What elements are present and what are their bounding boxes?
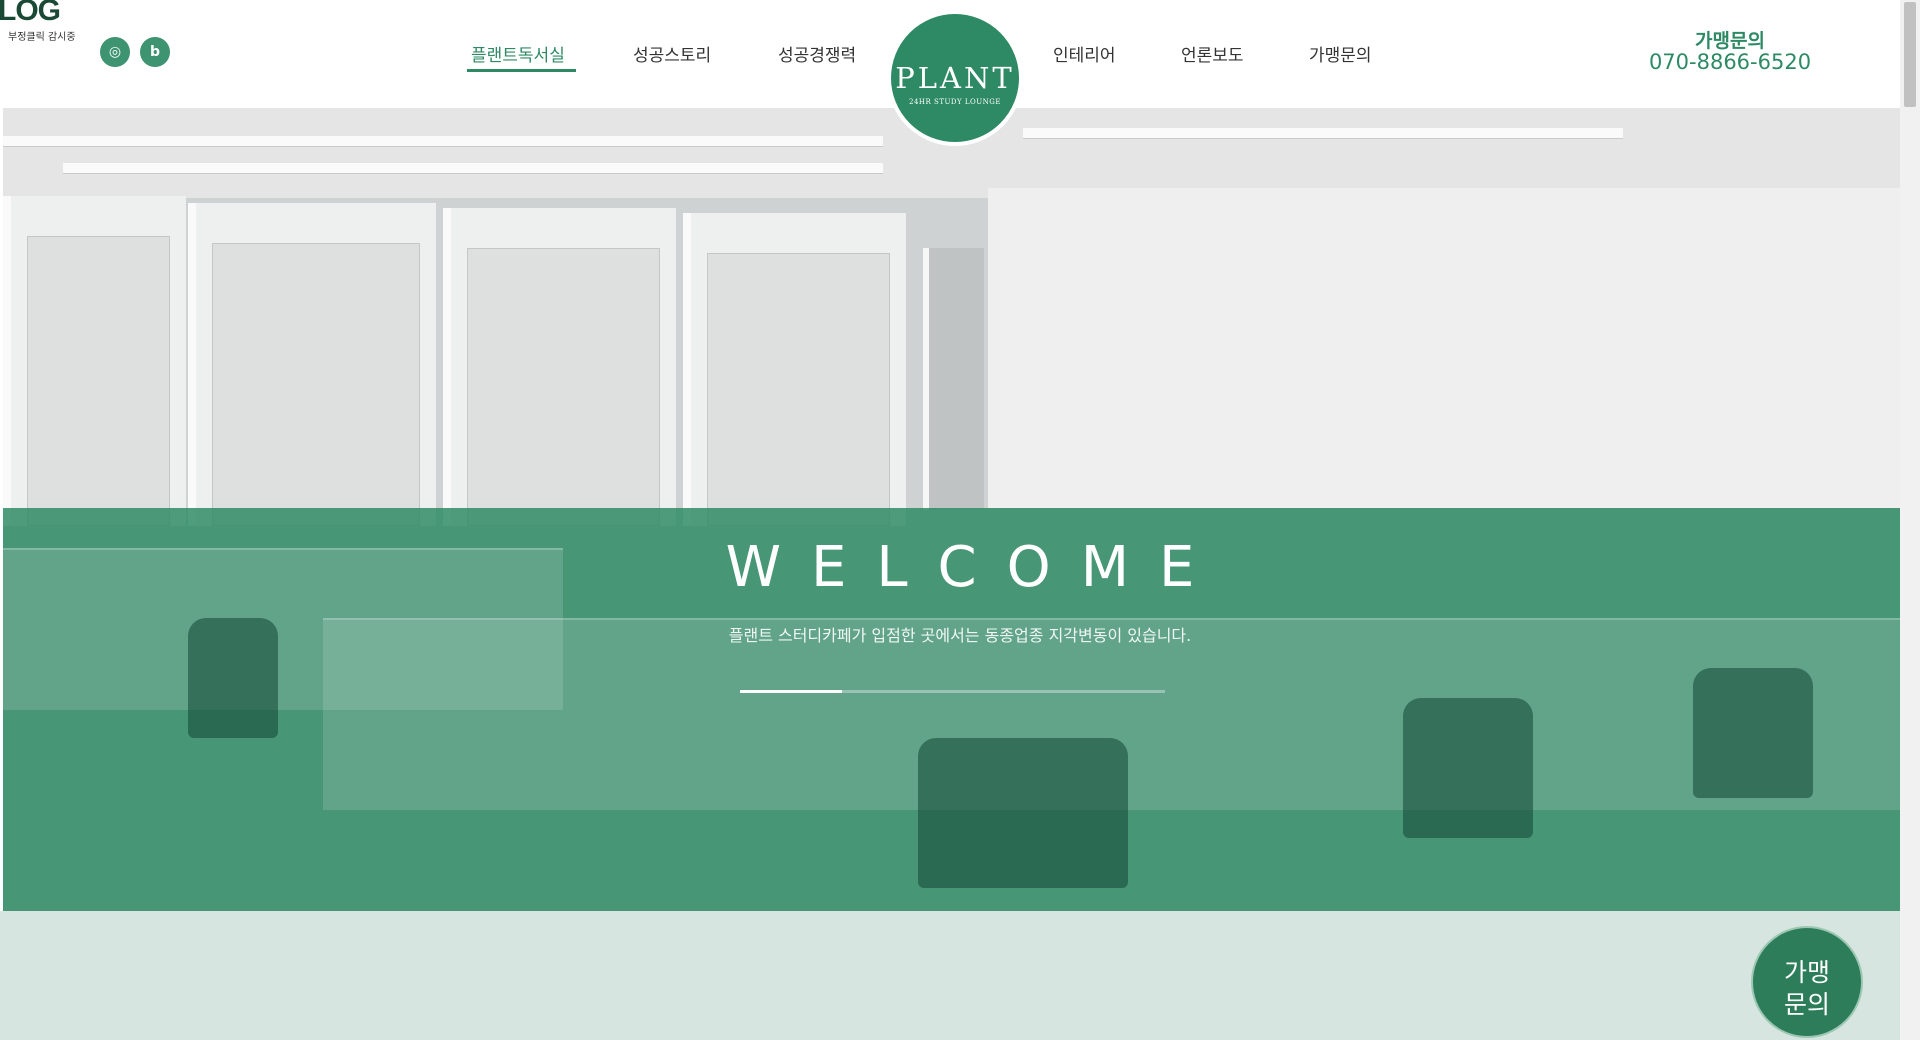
page-scrollbar[interactable] bbox=[1900, 0, 1920, 1040]
lower-section bbox=[0, 911, 1900, 1040]
slide-progress-bar bbox=[740, 690, 1165, 693]
franchise-inquiry-float-button[interactable]: 가맹 문의 bbox=[1751, 926, 1863, 1038]
hero-banner bbox=[3, 108, 1900, 911]
hero-wall bbox=[988, 188, 1900, 508]
nav-item-interior[interactable]: 인테리어 bbox=[1053, 41, 1116, 66]
hero-subtitle: 플랜트 스터디카페가 입점한 곳에서는 동종업종 지각변동이 있습니다. bbox=[728, 626, 1192, 645]
log-badge-text: LOG bbox=[0, 0, 61, 27]
nav-item-success-story[interactable]: 성공스토리 bbox=[633, 41, 711, 66]
site-header: LOG 부정클릭 감시중 ◎ b 플랜트독서실 성공스토리 성공경쟁력 인테리어… bbox=[0, 0, 1900, 146]
hero-title: WELCOME bbox=[725, 535, 1225, 600]
blog-icon[interactable]: b bbox=[140, 37, 170, 67]
log-badge[interactable]: LOG 부정클릭 감시중 bbox=[0, 0, 95, 43]
float-button-line1: 가맹 bbox=[1783, 958, 1830, 987]
float-button-line2: 문의 bbox=[1783, 990, 1830, 1019]
instagram-icon[interactable]: ◎ bbox=[100, 37, 130, 67]
logo-wordmark: PLANT bbox=[895, 61, 1015, 95]
logo-tagline: 24HR STUDY LOUNGE bbox=[909, 98, 1001, 106]
contact-label: 가맹문의 bbox=[1695, 30, 1765, 52]
plant-logo[interactable]: PLANT 24HR STUDY LOUNGE bbox=[887, 10, 1023, 146]
nav-item-franchise-inquiry[interactable]: 가맹문의 bbox=[1309, 41, 1372, 66]
slide-progress-fill bbox=[740, 690, 842, 693]
nav-active-underline bbox=[467, 69, 576, 72]
nav-item-competitiveness[interactable]: 성공경쟁력 bbox=[778, 41, 856, 66]
nav-item-press[interactable]: 언론보도 bbox=[1181, 41, 1244, 66]
scrollbar-thumb[interactable] bbox=[1904, 2, 1916, 107]
log-badge-subtext: 부정클릭 감시중 bbox=[8, 32, 76, 43]
contact-phone[interactable]: 070-8866-6520 bbox=[1640, 50, 1820, 74]
nav-item-plant-studyroom[interactable]: 플랜트독서실 bbox=[471, 41, 565, 66]
hero-door bbox=[923, 248, 984, 510]
